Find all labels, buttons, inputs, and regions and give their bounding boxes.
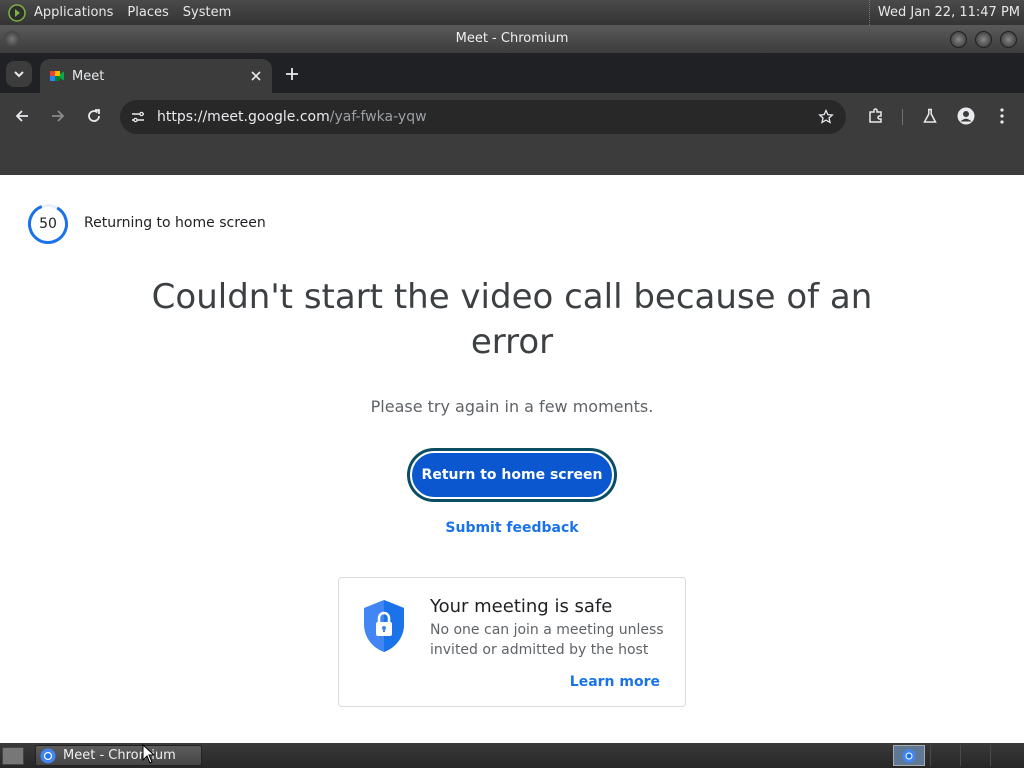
tab-strip: Meet [0,53,1024,93]
shield-lock-icon [364,600,404,652]
page-content: 50 Returning to home screen Couldn't sta… [0,175,1024,743]
countdown-number: 50 [39,216,57,232]
taskbar-item-label: Meet - Chromium [63,748,176,763]
bookmark-bar [0,140,1024,175]
flask-icon [923,108,937,123]
profile-button[interactable] [953,103,979,129]
applications-menu[interactable]: Applications [34,5,113,20]
browser-toolbar: https://meet.google.com/yaf-fwka-yqw [0,93,1024,140]
url-path: /yaf-fwka-yqw [329,109,427,125]
workspace-switcher-active[interactable] [893,745,925,766]
profile-icon [957,107,975,125]
window-menu-icon[interactable] [4,31,20,47]
kebab-menu-icon [1000,108,1004,124]
maximize-icon[interactable] [975,31,992,48]
arrow-right-icon [52,110,65,122]
submit-feedback-link[interactable]: Submit feedback [412,520,612,536]
labs-button[interactable] [917,103,943,129]
window-title: Meet - Chromium [455,31,569,46]
google-meet-icon [50,71,64,81]
puzzle-icon [869,108,882,123]
top-panel: Applications Places System Wed Jan 22, 1… [0,0,1024,25]
toolbar-divider [902,109,903,125]
url-text: https://meet.google.com/yaf-fwka-yqw [157,109,427,125]
distro-logo-icon[interactable] [8,3,26,22]
window-titlebar[interactable]: Meet - Chromium [0,25,1024,53]
returning-label: Returning to home screen [84,215,266,231]
back-button[interactable] [9,103,35,129]
site-info-button[interactable] [128,107,148,127]
reload-icon [88,109,100,122]
error-subtext: Please try again in a few moments. [370,397,654,416]
chromium-icon [40,748,56,763]
forward-button[interactable] [45,103,71,129]
menu-button[interactable] [989,103,1015,129]
learn-more-link[interactable]: Learn more [570,674,660,690]
bookmark-star-icon[interactable] [816,107,836,127]
show-desktop-icon[interactable] [2,746,24,765]
return-home-button[interactable]: Return to home screen [410,451,614,499]
address-bar[interactable]: https://meet.google.com/yaf-fwka-yqw [120,100,846,134]
error-headline: Couldn't start the video call because of… [151,277,873,362]
clock[interactable]: Wed Jan 22, 11:47 PM [868,0,1020,25]
system-menu[interactable]: System [183,5,231,20]
workspace-divider [960,745,961,766]
tab-close-icon[interactable] [246,66,266,86]
tab-search-button[interactable] [6,61,32,87]
taskbar-item-chromium[interactable]: Meet - Chromium [35,745,202,766]
minimize-icon[interactable] [950,31,967,48]
tab-meet[interactable]: Meet [40,59,272,93]
close-window-icon[interactable] [1000,31,1017,48]
places-menu[interactable]: Places [127,5,168,20]
chevron-down-icon [14,71,24,78]
tab-title: Meet [72,68,105,84]
extensions-button[interactable] [863,103,889,129]
plus-icon [286,68,298,80]
arrow-left-icon [15,110,28,122]
url-host: https://meet.google.com [157,109,330,125]
chromium-icon [902,748,916,763]
mouse-cursor-icon [142,744,156,764]
reload-button[interactable] [81,103,107,129]
workspace-divider [990,745,991,766]
safe-card-description: No one can join a meeting unless invited… [430,622,664,658]
safe-card-title: Your meeting is safe [430,596,613,617]
workspace-divider [930,745,931,766]
meeting-safe-card: Your meeting is safe No one can join a m… [338,577,686,707]
tune-icon [132,111,144,123]
new-tab-button[interactable] [280,62,304,86]
